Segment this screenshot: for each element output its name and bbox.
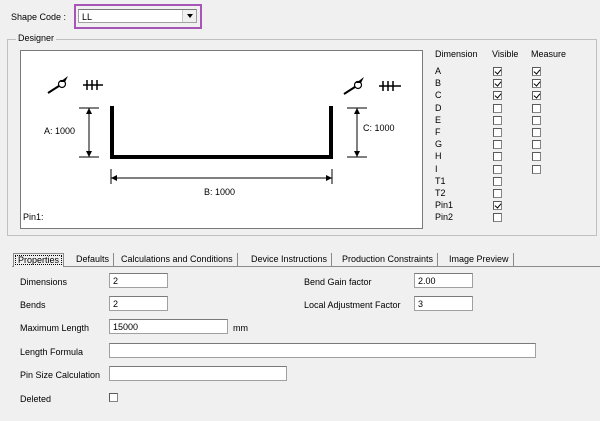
deleted-label: Deleted	[20, 394, 52, 404]
visible-checkbox[interactable]	[493, 164, 502, 174]
chevron-down-icon[interactable]	[182, 10, 196, 22]
measure-checkbox[interactable]	[532, 140, 541, 150]
measure-checkbox[interactable]	[532, 164, 541, 174]
shape-code-select[interactable]: LL	[78, 9, 197, 23]
visible-header: Visible	[492, 49, 519, 59]
measure-checkbox[interactable]	[532, 91, 541, 101]
bends-field[interactable]: 2	[109, 296, 168, 311]
u-shape	[110, 106, 333, 159]
shape-code-label: Shape Code :	[11, 12, 67, 22]
dimension-name: E	[435, 114, 442, 125]
right-bend-icon	[343, 77, 401, 95]
dimension-name: B	[435, 78, 442, 89]
tab-defaults[interactable]: Defaults	[72, 253, 115, 267]
visible-checkbox[interactable]	[493, 115, 502, 125]
measure-checkbox[interactable]	[532, 128, 541, 137]
max-length-label: Maximum Length	[20, 323, 90, 333]
max-length-unit: mm	[233, 323, 248, 333]
dimension-name: Pin2	[435, 212, 454, 223]
visible-checkbox[interactable]	[493, 176, 502, 186]
dimension-name: A	[435, 66, 442, 76]
visible-checkbox[interactable]	[493, 103, 502, 113]
max-length-field[interactable]: 15000	[109, 319, 228, 334]
tab-device-instructions[interactable]: Device Instructions	[247, 253, 333, 267]
bend-gain-label: Bend Gain factor	[304, 277, 372, 287]
pin-size-field[interactable]	[109, 366, 287, 381]
tab-calculations-and-conditions[interactable]: Calculations and Conditions	[117, 253, 238, 267]
measure-checkbox[interactable]	[532, 67, 541, 76]
dimensions-label: Dimensions	[20, 277, 68, 287]
pin-label: Pin1:	[23, 212, 44, 222]
measure-checkbox[interactable]	[532, 103, 541, 113]
visible-checkbox[interactable]	[493, 213, 502, 223]
dimension-name: I	[435, 163, 438, 174]
designer-label: Designer	[16, 33, 57, 43]
dimension-c-label: C: 1000	[363, 123, 395, 133]
dimension-name: F	[435, 127, 441, 137]
local-adjustment-label: Local Adjustment Factor	[304, 300, 401, 310]
visible-checkbox[interactable]	[493, 152, 502, 162]
dimension-name: H	[435, 151, 442, 162]
dimension-header: Dimension	[435, 49, 478, 59]
shape-code-value: LL	[82, 12, 93, 22]
dimension-name: D	[435, 102, 442, 113]
visible-checkbox[interactable]	[493, 91, 502, 101]
local-adjustment-field[interactable]: 3	[414, 296, 473, 311]
tab-production-constraints[interactable]: Production Constraints	[338, 253, 439, 267]
dimension-a-label: A: 1000	[44, 126, 76, 136]
measure-checkbox[interactable]	[532, 115, 541, 125]
visible-checkbox[interactable]	[493, 128, 502, 137]
visible-checkbox[interactable]	[493, 189, 502, 198]
bends-label: Bends	[20, 300, 46, 310]
designer-canvas[interactable]: A: 1000 C: 1000 B: 1000 Pin1:	[20, 50, 423, 229]
dimension-name: G	[435, 139, 443, 150]
tab-image-preview[interactable]: Image Preview	[445, 253, 514, 267]
dimension-b-label: B: 1000	[204, 187, 236, 197]
dimension-name: Pin1	[435, 200, 454, 211]
dimension-name: C	[435, 90, 442, 101]
deleted-checkbox[interactable]	[109, 393, 118, 402]
dimension-name: T2	[435, 188, 446, 198]
bend-gain-field[interactable]: 2.00	[414, 273, 473, 288]
measure-checkbox[interactable]	[532, 79, 541, 89]
visible-checkbox[interactable]	[493, 67, 502, 76]
measure-header: Measure	[531, 49, 567, 59]
left-bend-icon	[47, 76, 103, 94]
visible-checkbox[interactable]	[493, 140, 502, 150]
measure-checkbox[interactable]	[532, 152, 541, 162]
visible-checkbox[interactable]	[493, 201, 502, 211]
tab-properties[interactable]: Properties	[13, 253, 65, 267]
dimensions-field[interactable]: 2	[109, 273, 168, 288]
pin-size-label: Pin Size Calculation	[20, 370, 101, 380]
visible-checkbox[interactable]	[493, 79, 502, 89]
length-formula-label: Length Formula	[20, 347, 84, 357]
dimension-name: T1	[435, 175, 446, 186]
shape-drawing	[47, 76, 401, 184]
length-formula-field[interactable]	[109, 343, 536, 358]
